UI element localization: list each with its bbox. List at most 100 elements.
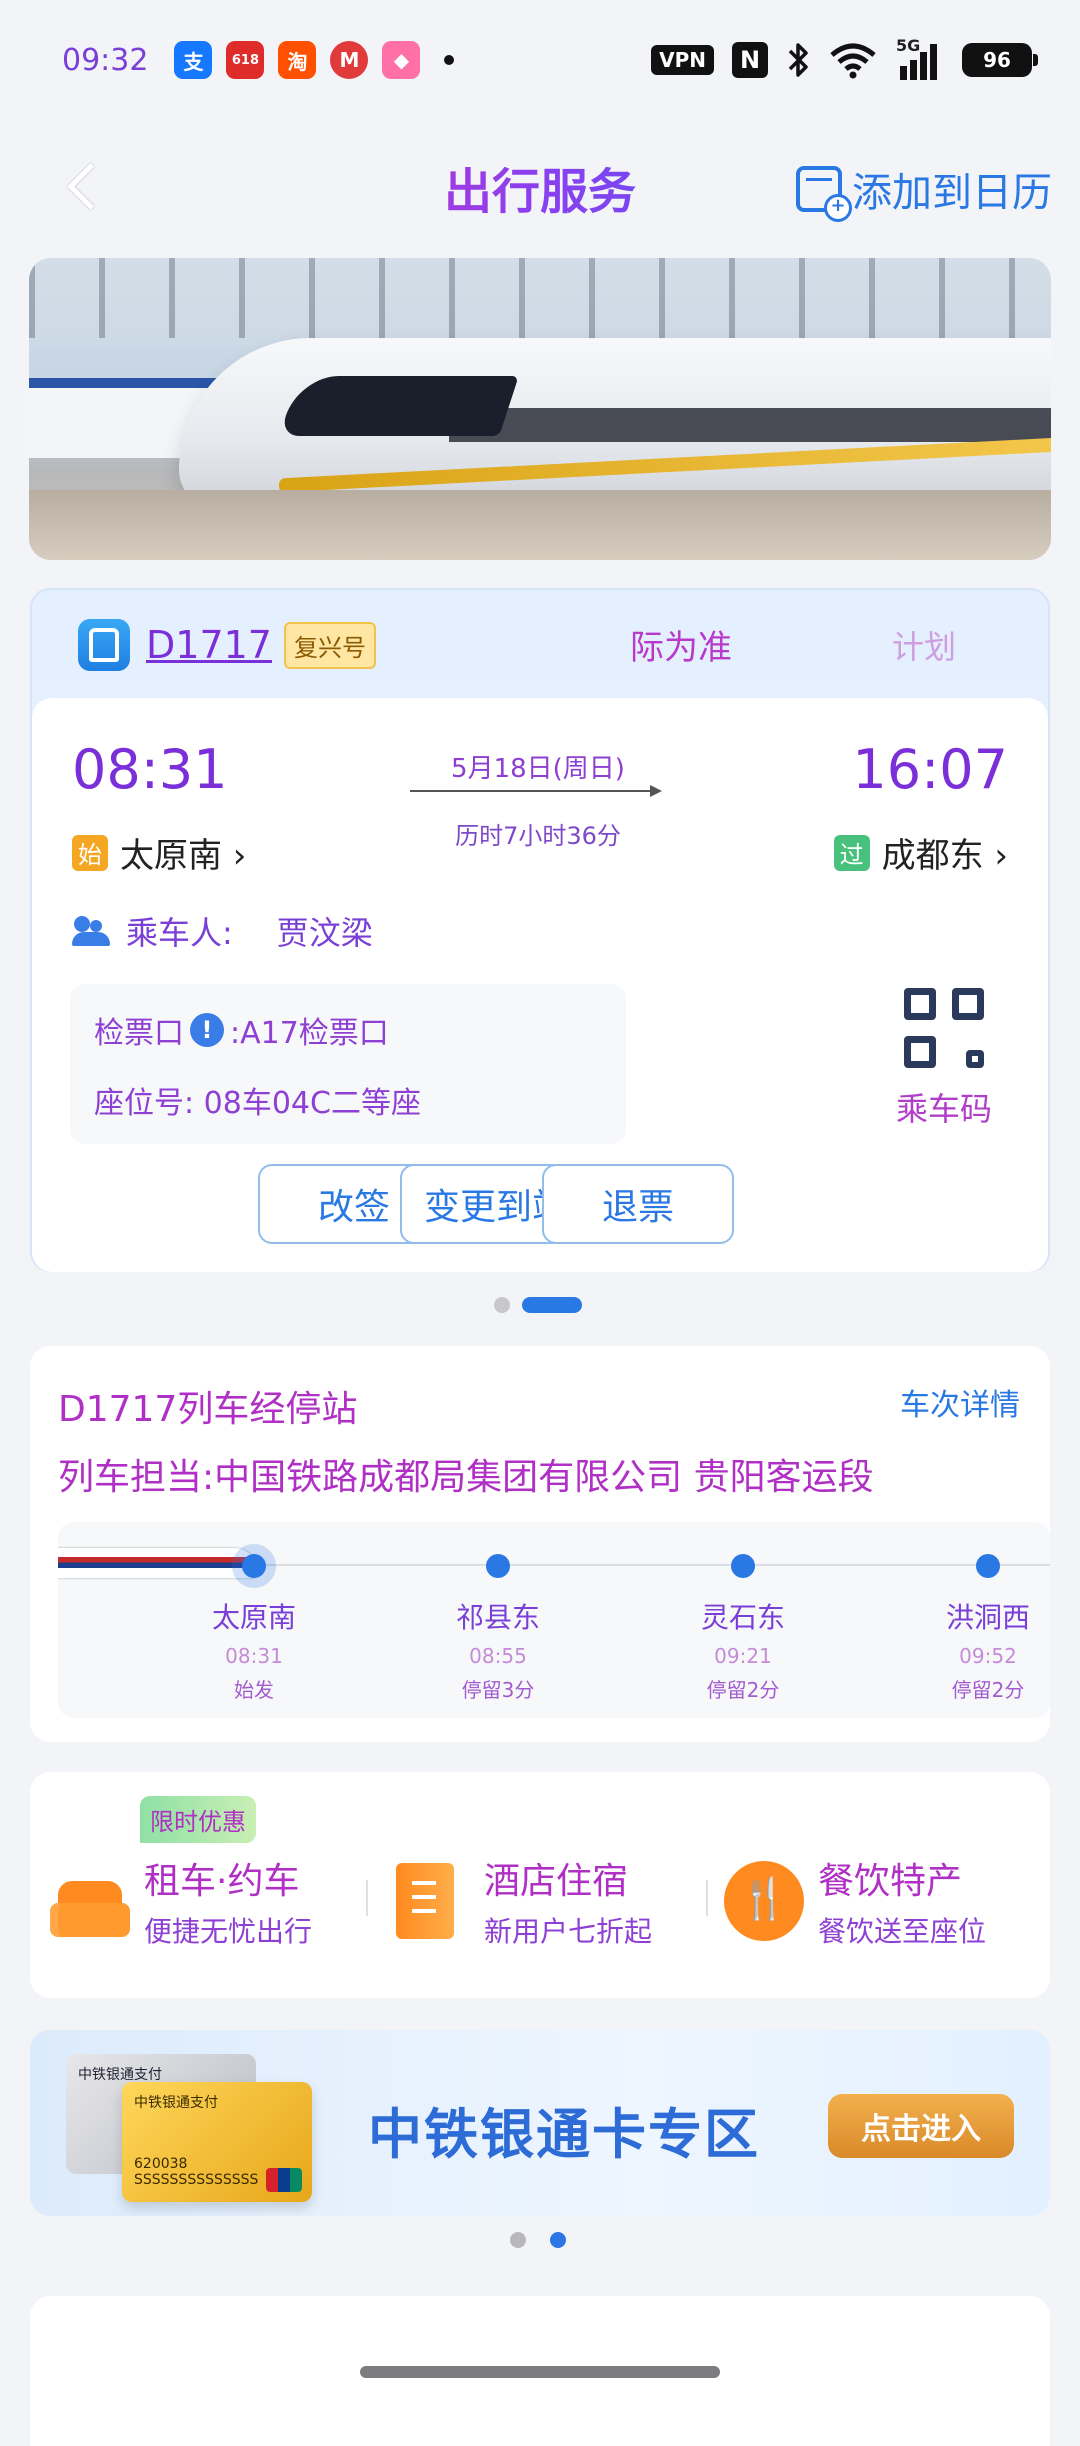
taxi-icon [50,1881,130,1941]
banner-pager [510,2232,566,2248]
travel-duration: 历时7小时36分 [455,822,621,850]
battery-icon: 96 [962,43,1038,77]
gate-value: :A17检票口 [230,1016,389,1051]
card-label: 中铁银通支付 [78,2067,162,2083]
stops-card: D1717列车经停站 车次详情 列车担当:中国铁路成都局集团有限公司 贵阳客运段… [30,1346,1050,1742]
departure-station[interactable]: 始 太原南 › [72,828,246,877]
passenger-icon [72,916,112,946]
service-title: 租车·约车 [144,1861,300,1902]
signal-icon: 5G [896,36,944,80]
pager-dot-active[interactable] [550,2232,566,2248]
stop-dot-icon [976,1554,1000,1578]
status-bar: 09:32 支 618 淘 M ◆ VPN N 5G 96 [0,0,1080,120]
stop-name: 祁县东 [455,1601,540,1634]
arrival-station-name: 成都东 › [881,836,1008,876]
pager-dot[interactable] [494,1297,510,1313]
travel-date: 5月18日(周日) [451,754,625,784]
nfc-icon: N [732,42,768,78]
ticket-header: D1717 复兴号 际为准 计划 [32,590,1048,700]
divider [706,1880,708,1916]
alipay-app-icon: 支 [174,41,213,79]
service-subtitle: 餐饮送至座位 [818,1915,987,1948]
schedule-notice: 际为准 [630,628,732,668]
stop-item[interactable]: 祁县东 08:55 停留3分 [408,1522,588,1703]
gate-row: 检票口 ! :A17检票口 [94,1008,389,1052]
stop-item[interactable]: 灵石东 09:21 停留2分 [653,1522,833,1703]
train-operator: 列车担当:中国铁路成都局集团有限公司 贵阳客运段 [58,1457,874,1498]
seat-info: 座位号: 08车04C二等座 [94,1086,421,1121]
calendar-add-icon [796,166,852,222]
stop-time: 08:55 [469,1644,527,1668]
wifi-icon [830,43,876,79]
divider [366,1880,368,1916]
metro-app-icon: M [330,41,369,79]
car-rental-service[interactable]: 租车·约车 便捷无忧出行 [50,1852,312,1950]
stop-item[interactable]: 太原南 08:31 始发 [164,1522,344,1703]
train-number-link[interactable]: D1717 [146,623,272,667]
service-title: 餐饮特产 [818,1861,963,1902]
refund-button[interactable]: 退票 [542,1164,734,1244]
hotel-icon [390,1861,470,1941]
direction-arrow-icon [410,785,662,797]
bank-card-banner[interactable]: 中铁银通支付 中铁银通支付 620038 SSSSSSSSSSSSSS 中铁银通… [30,2030,1050,2216]
arrival-station[interactable]: 过 成都东 › [833,828,1008,877]
stop-time: 09:21 [714,1644,772,1668]
train-type-badge: 复兴号 [283,621,376,669]
info-alert-icon[interactable]: ! [190,1013,224,1047]
origin-tag: 始 [72,834,108,871]
stop-dot-icon [242,1554,266,1578]
status-right: VPN N 5G 96 [651,36,1038,80]
pager-dot[interactable] [510,2232,526,2248]
ticket-pager [494,1297,582,1313]
card-label: 中铁银通支付 [134,2095,218,2111]
stop-time: 09:52 [959,1644,1017,1668]
stop-note: 停留2分 [951,1678,1025,1702]
enter-button[interactable]: 点击进入 [828,2094,1014,2158]
train-icon [78,619,130,671]
service-subtitle: 便捷无忧出行 [144,1915,313,1948]
dining-service[interactable]: 餐饮特产 餐饮送至座位 [724,1852,986,1950]
stop-dot-icon [731,1554,755,1578]
stop-dot-icon [486,1554,510,1578]
stop-note: 始发 [234,1678,274,1702]
stop-note: 停留3分 [461,1678,535,1702]
ticket-detail: 08:31 5月18日(周日) 历时7小时36分 16:07 始 太原南 › 过… [32,698,1048,1272]
bluetooth-icon [788,43,808,77]
pager-dot-active[interactable] [522,1297,582,1313]
dining-icon [724,1861,804,1941]
train-detail-link[interactable]: 车次详情 [900,1380,1020,1424]
network-type-label: 5G [896,36,921,55]
gate-label: 检票口 [94,1016,184,1051]
home-indicator[interactable] [360,2366,720,2378]
passenger-name: 贾汶梁 [276,914,373,952]
departure-station-name: 太原南 › [120,836,247,876]
service-subtitle: 新用户七折起 [484,1915,653,1948]
stop-item[interactable]: 洪洞西 09:52 停留2分 [898,1522,1050,1703]
passing-tag: 过 [833,834,870,871]
stops-title: D1717列车经停站 [58,1389,358,1430]
status-left: 09:32 支 618 淘 M ◆ [62,41,455,79]
service-title: 酒店住宿 [484,1861,629,1902]
departure-time: 08:31 [72,738,228,801]
passenger-label: 乘车人: [126,914,233,952]
page-header: 出行服务 添加到日历 [0,140,1080,230]
stop-name: 洪洞西 [945,1601,1030,1634]
hotel-service[interactable]: 酒店住宿 新用户七折起 [390,1852,652,1950]
bank-banner-title: 中铁银通卡专区 [368,2103,760,2166]
status-time: 09:32 [62,42,149,78]
stops-route[interactable]: 太原南 08:31 始发 祁县东 08:55 停留3分 灵石东 09:21 停留… [58,1522,1050,1718]
promo-badge: 限时优惠 [140,1796,256,1843]
taobao-app-icon: 淘 [278,41,317,79]
vpn-icon: VPN [651,45,714,75]
notification-dot-icon [444,55,455,65]
add-to-calendar-label: 添加到日历 [852,170,1052,216]
services-card: 限时优惠 租车·约车 便捷无忧出行 酒店住宿 新用户七折起 餐饮特产 餐饮送至座… [30,1772,1050,1998]
pink-app-icon: ◆ [382,41,421,79]
train-banner-image [29,258,1051,560]
add-to-calendar-button[interactable]: 添加到日历 [796,160,1052,222]
qr-label: 乘车码 [895,1090,992,1128]
boarding-qr-button[interactable]: 乘车码 [884,988,1004,1130]
stop-note: 停留2分 [706,1678,780,1702]
stop-time: 08:31 [225,1644,283,1668]
ticket-card: D1717 复兴号 际为准 计划 08:31 5月18日(周日) 历时7小时36… [30,588,1050,1272]
